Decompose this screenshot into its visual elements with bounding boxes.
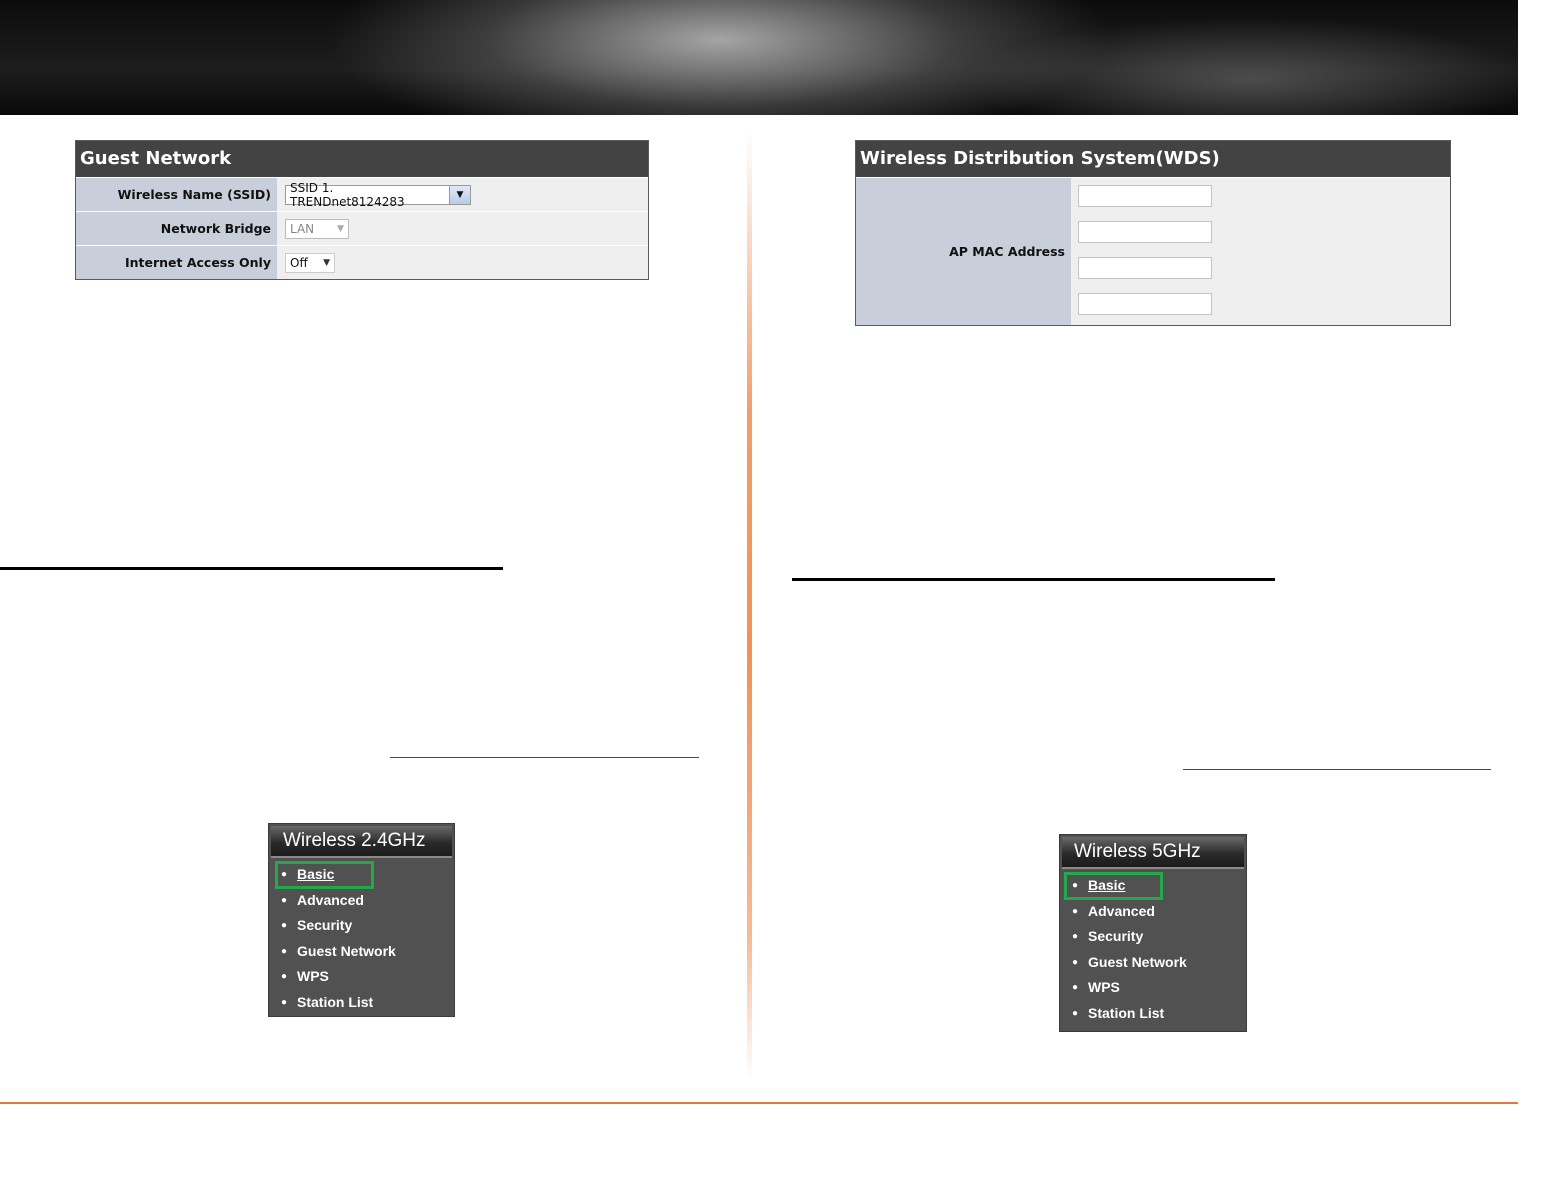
internet-access-row: Internet Access Only Off ▼: [76, 245, 648, 279]
bullet-icon: ●: [281, 996, 288, 1008]
chevron-down-icon: ▼: [337, 223, 344, 234]
bullet-icon: ●: [1072, 931, 1079, 943]
menu-item-security[interactable]: ● Security: [1060, 924, 1246, 950]
ssid-row: Wireless Name (SSID) SSID 1. TRENDnet812…: [76, 177, 648, 211]
menu-item-wps[interactable]: ● WPS: [1060, 975, 1246, 1001]
header-banner: [0, 0, 1518, 115]
menu-item-guest-network[interactable]: ● Guest Network: [1060, 950, 1246, 976]
footer-rule: [0, 1102, 1518, 1104]
section-heading-rule-left: [0, 567, 503, 570]
ssid-value: SSID 1. TRENDnet8124283: [290, 180, 405, 209]
ap-mac-address-label: AP MAC Address: [856, 178, 1071, 325]
guest-network-panel: Guest Network Wireless Name (SSID) SSID …: [75, 140, 649, 280]
mac-address-input-4[interactable]: [1078, 293, 1212, 315]
internet-access-value: Off: [290, 255, 308, 270]
wds-panel: Wireless Distribution System(WDS) AP MAC…: [855, 140, 1451, 326]
network-bridge-row: Network Bridge LAN ▼: [76, 211, 648, 245]
menu-item-advanced[interactable]: ● Advanced: [1060, 899, 1246, 925]
menu-item-wps[interactable]: ● WPS: [269, 964, 454, 990]
link-underline-right: [1183, 769, 1491, 770]
bullet-icon: ●: [1072, 956, 1079, 968]
bullet-icon: ●: [281, 920, 288, 932]
network-bridge-value: LAN: [290, 221, 315, 236]
internet-access-label: Internet Access Only: [76, 246, 277, 279]
bullet-icon: ●: [1072, 1007, 1079, 1019]
network-bridge-label: Network Bridge: [76, 212, 277, 245]
internet-access-select[interactable]: Off ▼: [285, 252, 335, 273]
mac-address-input-1[interactable]: [1078, 185, 1212, 207]
wireless-24ghz-menu: Wireless 2.4GHz ● Basic ● Advanced ● Securi…: [268, 823, 455, 1017]
center-divider: [747, 130, 752, 1080]
menu-title: Wireless 5GHz: [1062, 837, 1244, 869]
menu-item-station-list[interactable]: ● Station List: [1060, 1001, 1246, 1027]
mac-address-input-2[interactable]: [1078, 221, 1212, 243]
chevron-down-icon[interactable]: ▼: [323, 258, 330, 268]
menu-item-guest-network[interactable]: ● Guest Network: [269, 939, 454, 965]
chevron-down-icon[interactable]: ▼: [449, 185, 470, 204]
wds-title: Wireless Distribution System(WDS): [856, 141, 1450, 177]
selection-highlight: [275, 861, 374, 889]
menu-item-advanced[interactable]: ● Advanced: [269, 888, 454, 914]
section-heading-rule-right: [792, 578, 1275, 581]
menu-item-security[interactable]: ● Security: [269, 913, 454, 939]
menu-item-station-list[interactable]: ● Station List: [269, 990, 454, 1016]
network-bridge-select: LAN ▼: [285, 218, 349, 239]
bullet-icon: ●: [281, 894, 288, 906]
bullet-icon: ●: [1072, 905, 1079, 917]
ssid-select[interactable]: SSID 1. TRENDnet8124283 ▼: [285, 181, 471, 209]
bullet-icon: ●: [281, 971, 288, 983]
ssid-label: Wireless Name (SSID): [76, 178, 277, 211]
bullet-icon: ●: [281, 945, 288, 957]
selection-highlight: [1064, 872, 1163, 900]
guest-network-title: Guest Network: [76, 141, 648, 177]
bullet-icon: ●: [1072, 982, 1079, 994]
wireless-5ghz-menu: Wireless 5GHz ● Basic ● Advanced ● Security…: [1059, 834, 1247, 1032]
menu-title: Wireless 2.4GHz: [271, 826, 452, 858]
link-underline-left: [390, 757, 699, 758]
mac-address-input-3[interactable]: [1078, 257, 1212, 279]
